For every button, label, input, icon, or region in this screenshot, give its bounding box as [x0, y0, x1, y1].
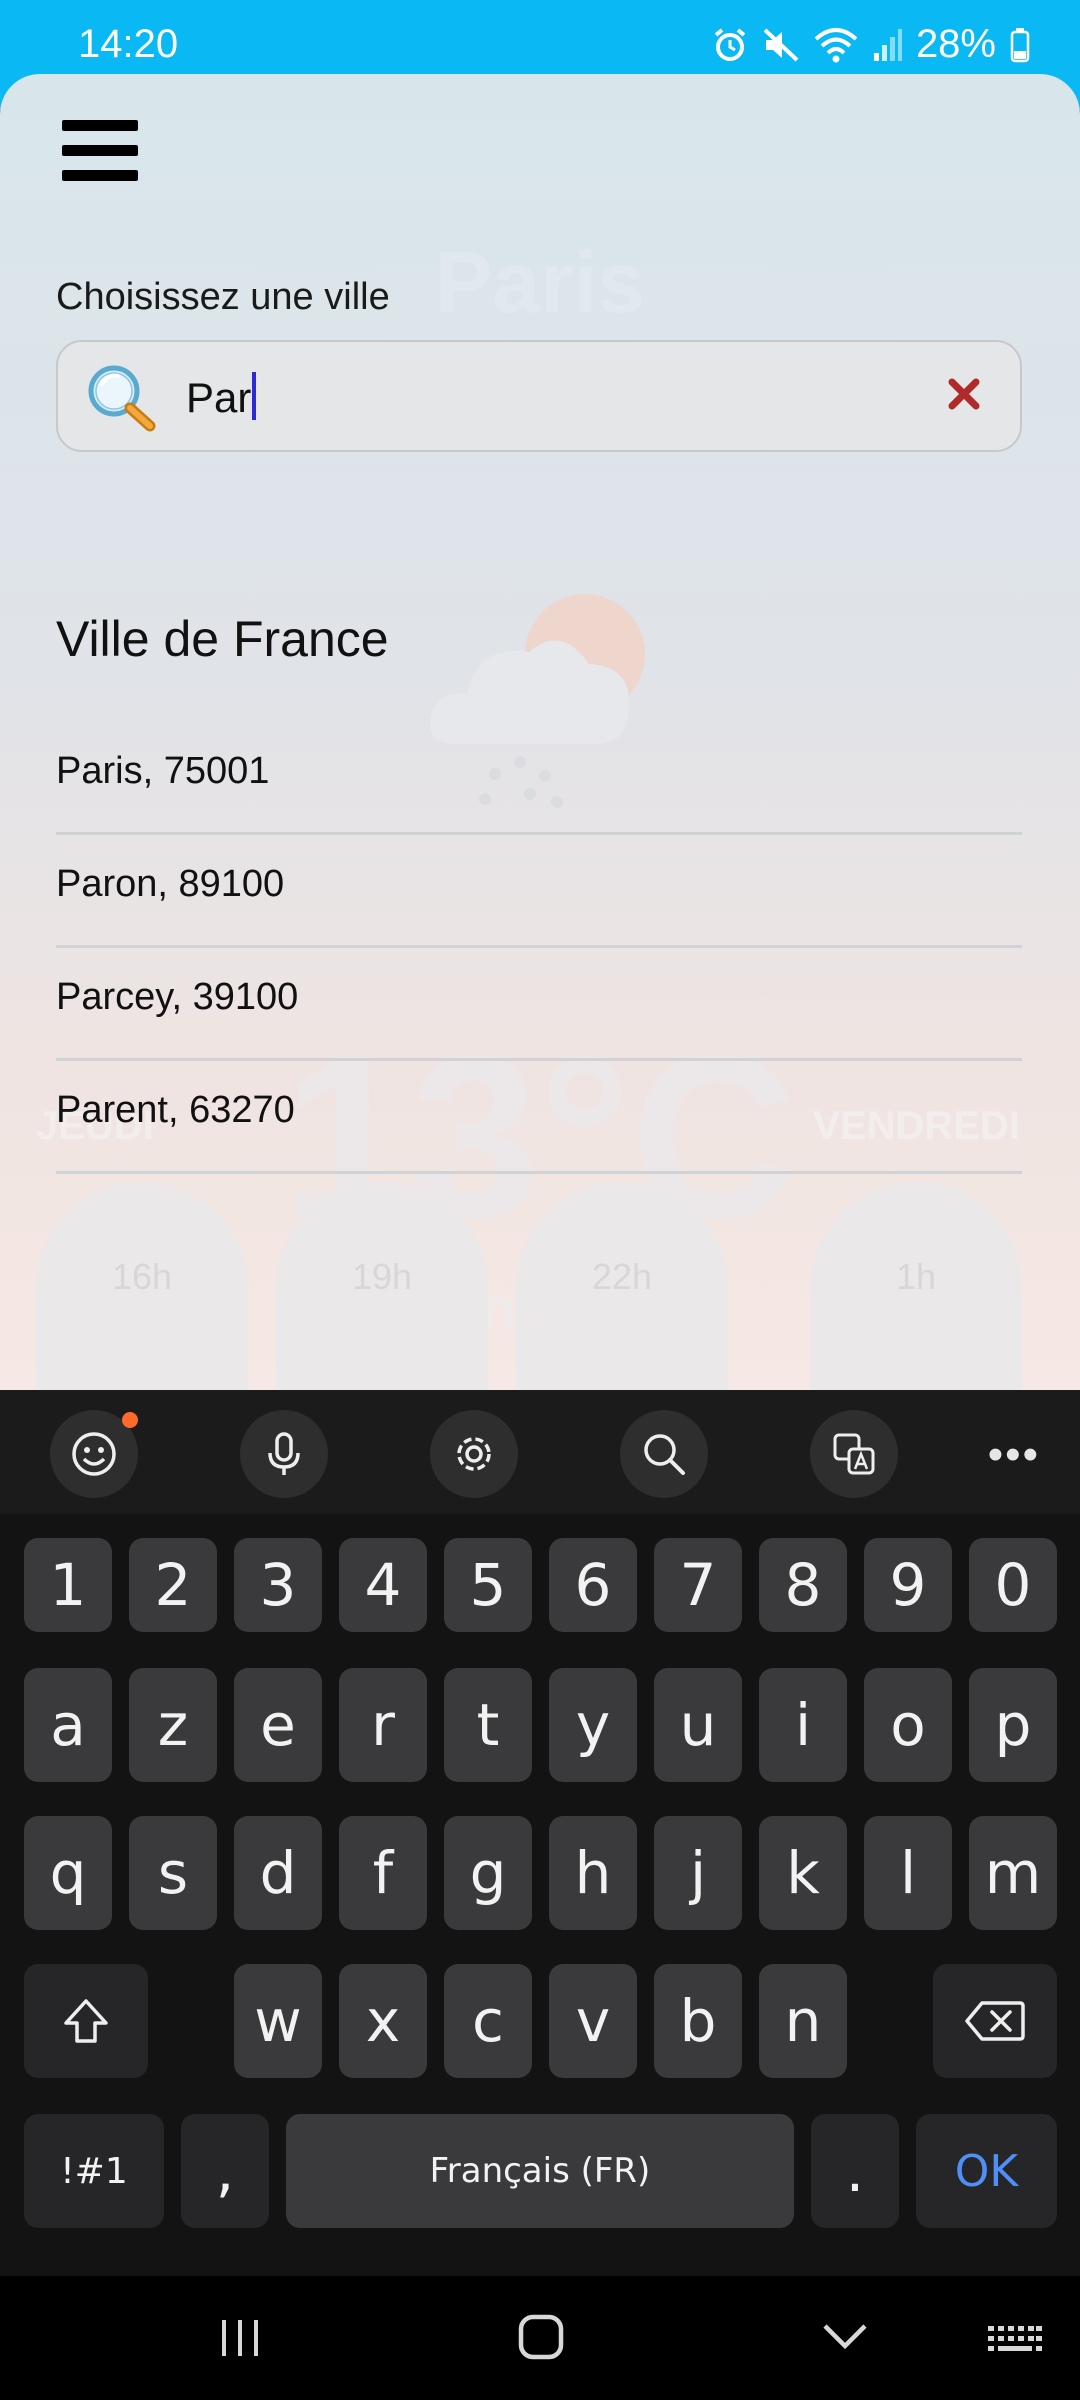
hour-label: 22h — [591, 1256, 653, 1297]
search-value: Par — [186, 374, 252, 421]
keyboard-toolbar: ••• — [0, 1390, 1080, 1514]
key[interactable]: m — [969, 1816, 1057, 1930]
results-title: Ville de France — [56, 611, 389, 667]
notification-dot — [122, 1412, 138, 1428]
status-time: 14:20 — [78, 22, 179, 66]
key[interactable]: e — [234, 1668, 322, 1782]
search-label: Choisissez une ville — [56, 276, 390, 318]
key[interactable]: y — [549, 1668, 637, 1782]
navigation-bar — [0, 2276, 1080, 2400]
key[interactable]: 5 — [444, 1538, 532, 1632]
alarm-icon — [712, 27, 748, 63]
magnifier-icon — [86, 364, 156, 437]
key[interactable]: g — [444, 1816, 532, 1930]
space-key[interactable]: Français (FR) — [286, 2114, 794, 2228]
hour-card: 19h — [276, 1182, 488, 1390]
key[interactable]: t — [444, 1668, 532, 1782]
key[interactable]: c — [444, 1964, 532, 2078]
battery-icon — [1010, 27, 1030, 63]
key[interactable]: k — [759, 1816, 847, 1930]
key[interactable]: p — [969, 1668, 1057, 1782]
wifi-icon — [814, 27, 858, 63]
close-x-icon[interactable] — [946, 376, 982, 417]
keyboard-switch-icon[interactable] — [988, 2326, 1042, 2361]
recents-icon[interactable] — [218, 2316, 262, 2365]
battery-percent: 28% — [915, 22, 996, 66]
key[interactable]: w — [234, 1964, 322, 2078]
hour-label: 19h — [351, 1256, 413, 1297]
city-results-list: Paris, 75001 Paron, 89100 Parcey, 39100 … — [56, 734, 1022, 1174]
shift-key[interactable] — [24, 1964, 148, 2078]
microphone-icon[interactable] — [240, 1410, 328, 1498]
key[interactable]: h — [549, 1816, 637, 1930]
key[interactable]: u — [654, 1668, 742, 1782]
home-icon[interactable] — [518, 2314, 564, 2365]
mute-icon — [762, 27, 800, 63]
key[interactable]: a — [24, 1668, 112, 1782]
key[interactable]: 2 — [129, 1538, 217, 1632]
key[interactable]: b — [654, 1964, 742, 2078]
key[interactable]: j — [654, 1816, 742, 1930]
city-result-item[interactable]: Paris, 75001 — [56, 734, 1022, 835]
hamburger-menu-icon[interactable] — [62, 120, 138, 190]
symbols-key[interactable]: !#1 — [24, 2114, 164, 2228]
hour-label: 16h — [111, 1256, 173, 1297]
comma-key[interactable]: , — [181, 2114, 269, 2228]
key[interactable]: 8 — [759, 1538, 847, 1632]
status-icons: 28% — [712, 22, 1030, 67]
key[interactable]: v — [549, 1964, 637, 2078]
key[interactable]: z — [129, 1668, 217, 1782]
city-result-item[interactable]: Parent, 63270 — [56, 1061, 1022, 1174]
backspace-icon — [965, 2001, 1025, 2041]
city-result-item[interactable]: Paron, 89100 — [56, 835, 1022, 948]
key[interactable]: 6 — [549, 1538, 637, 1632]
more-icon[interactable]: ••• — [988, 1430, 1040, 1480]
city-result-item[interactable]: Parcey, 39100 — [56, 948, 1022, 1061]
hour-card: 1h — [810, 1182, 1022, 1390]
back-icon[interactable] — [822, 2322, 868, 2357]
key[interactable]: q — [24, 1816, 112, 1930]
key[interactable]: 0 — [969, 1538, 1057, 1632]
signal-icon — [872, 27, 902, 63]
shift-icon — [64, 1999, 108, 2043]
key[interactable]: 1 — [24, 1538, 112, 1632]
text-caret — [252, 372, 257, 420]
ok-key[interactable]: OK — [916, 2114, 1057, 2228]
on-screen-keyboard: ••• 1 2 3 4 5 6 7 8 9 0 a z e r t y u i … — [0, 1390, 1080, 2276]
app-screen: Paris 13°C JEUDI VENDREDI ne 16h 19h 22h… — [0, 74, 1080, 1390]
key[interactable]: f — [339, 1816, 427, 1930]
backspace-key[interactable] — [933, 1964, 1057, 2078]
key[interactable]: d — [234, 1816, 322, 1930]
key[interactable]: n — [759, 1964, 847, 2078]
search-icon[interactable] — [620, 1410, 708, 1498]
key[interactable]: 4 — [339, 1538, 427, 1632]
key[interactable]: s — [129, 1816, 217, 1930]
key[interactable]: i — [759, 1668, 847, 1782]
hour-label: 1h — [895, 1256, 937, 1297]
hour-card: 22h — [516, 1182, 728, 1390]
search-value-wrap: Par — [186, 372, 257, 422]
key[interactable]: r — [339, 1668, 427, 1782]
key[interactable]: x — [339, 1964, 427, 2078]
hour-card: 16h — [36, 1182, 248, 1390]
emoji-icon[interactable] — [50, 1410, 138, 1498]
city-search-input[interactable]: Par — [56, 340, 1022, 452]
period-key[interactable]: . — [811, 2114, 899, 2228]
settings-gear-icon[interactable] — [430, 1410, 518, 1498]
key[interactable]: 9 — [864, 1538, 952, 1632]
key[interactable]: l — [864, 1816, 952, 1930]
key[interactable]: 7 — [654, 1538, 742, 1632]
translate-icon[interactable] — [810, 1410, 898, 1498]
key[interactable]: 3 — [234, 1538, 322, 1632]
key[interactable]: o — [864, 1668, 952, 1782]
